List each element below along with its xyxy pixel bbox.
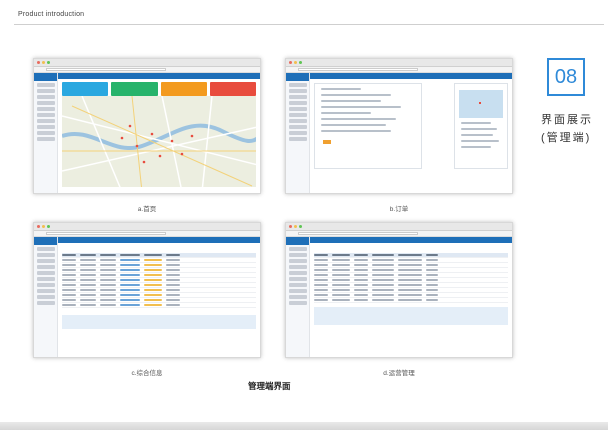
info-table [62,253,256,308]
page-bottom-edge [0,422,608,430]
pagination-bar [62,315,256,329]
caption-operations: d.运营管理 [383,370,415,377]
section-number-badge: 08 [547,58,585,96]
order-action-button[interactable] [323,140,331,144]
page: Product introduction 08 界面展示 (管理端) a.首页 … [0,0,608,430]
operations-table [314,253,508,303]
screenshot-home [33,58,261,194]
section-title: 界面展示 (管理端) [541,111,597,147]
footer-label: 管理端界面 [248,381,291,391]
stat-card [62,82,109,96]
app-sidebar [34,73,58,193]
browser-chrome [34,59,260,67]
caption-home: a.首页 [137,206,157,213]
stat-card [111,82,158,96]
caption-info: c.综合信息 [131,370,163,377]
stat-card [160,82,207,96]
order-form-panel [314,83,422,169]
operations-footer-bar [314,307,508,325]
header-divider [14,24,604,25]
section-title-line2: (管理端) [541,132,592,144]
section-title-line1: 界面展示 [541,114,593,126]
screenshot-order [285,58,513,194]
caption-order: b.订单 [389,206,409,213]
stat-card [209,82,256,96]
screenshot-operations [285,222,513,358]
order-map-panel [454,83,508,169]
screenshot-info [33,222,261,358]
page-header: Product introduction [18,11,85,18]
city-map [62,96,256,187]
